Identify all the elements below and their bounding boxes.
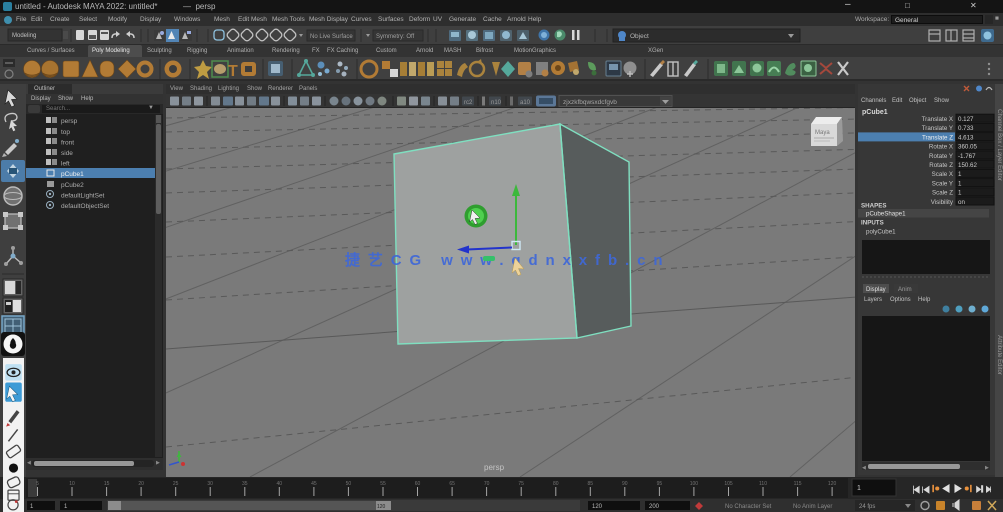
svg-text:No Anim Layer: No Anim Layer (793, 504, 832, 510)
svg-text:Anim: Anim (898, 287, 912, 293)
svg-text:T: T (228, 63, 238, 80)
svg-text:left: left (61, 161, 70, 168)
svg-text:25: 25 (173, 481, 179, 487)
svg-text:n10: n10 (491, 100, 502, 106)
svg-text:Rotate Z: Rotate Z (929, 162, 953, 169)
svg-text:side: side (61, 150, 73, 157)
svg-text:Maya: Maya (815, 130, 830, 136)
svg-text:110: 110 (759, 481, 767, 487)
svg-text:Edit: Edit (892, 98, 903, 104)
svg-text:Rotate X: Rotate X (929, 144, 953, 151)
svg-text:persp: persp (61, 118, 78, 125)
svg-text:Layers: Layers (864, 297, 882, 303)
svg-text:70: 70 (484, 481, 490, 487)
svg-text:1: 1 (958, 171, 962, 178)
svg-text:40: 40 (277, 481, 283, 487)
svg-text:SHAPES: SHAPES (861, 203, 886, 210)
svg-text:pCubeShape1: pCubeShape1 (866, 211, 906, 218)
svg-text:120: 120 (828, 481, 837, 487)
svg-text:35: 35 (242, 481, 248, 487)
svg-text:Help: Help (918, 297, 931, 303)
svg-text:100: 100 (690, 481, 699, 487)
svg-text:zjxzkfbqwsxdcfgvb: zjxzkfbqwsxdcfgvb (563, 99, 617, 106)
svg-text:360.05: 360.05 (958, 144, 977, 151)
svg-text:pCube1: pCube1 (862, 109, 888, 116)
svg-text:No Live Surface: No Live Surface (310, 34, 353, 40)
svg-text:Modeling: Modeling (12, 33, 36, 39)
svg-text:Translate Z: Translate Z (922, 134, 953, 141)
svg-text:30: 30 (207, 481, 213, 487)
svg-text:▶: ▶ (985, 465, 989, 471)
svg-text:-1.767: -1.767 (958, 153, 976, 160)
svg-text:Scale Y: Scale Y (932, 180, 953, 187)
svg-text:defaultObjectSet: defaultObjectSet (61, 203, 109, 210)
svg-text:20: 20 (138, 481, 144, 487)
svg-text:Display: Display (866, 287, 886, 293)
svg-text:45: 45 (311, 481, 317, 487)
svg-text:0.127: 0.127 (958, 116, 974, 123)
svg-text:Object: Object (630, 33, 649, 40)
svg-text:1: 1 (958, 190, 962, 197)
svg-text:150.62: 150.62 (958, 162, 977, 169)
svg-text:0.733: 0.733 (958, 125, 974, 132)
svg-text:95: 95 (657, 481, 663, 487)
svg-text:Visibility: Visibility (931, 199, 954, 206)
svg-text:5: 5 (36, 481, 39, 487)
svg-text:120: 120 (592, 504, 603, 510)
svg-text:Show: Show (934, 98, 950, 104)
svg-text:on: on (958, 199, 965, 206)
svg-text:90: 90 (622, 481, 628, 487)
svg-text:Object: Object (909, 98, 927, 104)
svg-text:Rotate Y: Rotate Y (929, 153, 953, 160)
svg-text:top: top (61, 129, 70, 136)
svg-text:50: 50 (346, 481, 352, 487)
svg-text:◀: ◀ (862, 465, 866, 471)
svg-text:No Character Set: No Character Set (725, 504, 772, 510)
svg-text:Scale Z: Scale Z (932, 190, 953, 197)
svg-text:1: 1 (958, 180, 962, 187)
svg-text:15: 15 (104, 481, 110, 487)
svg-text:Translate Y: Translate Y (922, 125, 953, 132)
svg-text:55: 55 (380, 481, 386, 487)
svg-text:Symmetry: Off: Symmetry: Off (376, 34, 415, 40)
svg-text:defaultLightSet: defaultLightSet (61, 193, 105, 200)
svg-text:10: 10 (69, 481, 75, 487)
svg-text:Channels: Channels (861, 98, 886, 104)
svg-text:80: 80 (553, 481, 559, 487)
svg-text:60: 60 (415, 481, 421, 487)
svg-text:105: 105 (724, 481, 733, 487)
svg-text:85: 85 (588, 481, 594, 487)
svg-text:Scale X: Scale X (932, 171, 953, 178)
svg-text:rc2: rc2 (464, 100, 473, 106)
svg-text:pCube1: pCube1 (61, 171, 84, 178)
svg-text:65: 65 (449, 481, 455, 487)
svg-text:4.613: 4.613 (958, 134, 974, 141)
svg-text:115: 115 (794, 481, 802, 487)
svg-text:Options: Options (890, 297, 911, 303)
svg-text:24 fps: 24 fps (859, 504, 875, 510)
svg-text:120: 120 (377, 504, 386, 510)
svg-text:75: 75 (518, 481, 524, 487)
svg-text:1: 1 (857, 485, 861, 492)
svg-text:a10: a10 (520, 100, 531, 106)
svg-text:polyCube1: polyCube1 (866, 229, 896, 236)
svg-text:persp: persp (484, 463, 505, 472)
svg-text:front: front (61, 140, 74, 147)
svg-text:pCube2: pCube2 (61, 182, 84, 189)
svg-text:捷艺CG www.qdnxxfb.cn: 捷艺CG www.qdnxxfb.cn (345, 251, 670, 269)
svg-text:200: 200 (649, 504, 660, 510)
svg-text:Translate X: Translate X (922, 116, 953, 123)
svg-text:INPUTS: INPUTS (861, 220, 884, 227)
